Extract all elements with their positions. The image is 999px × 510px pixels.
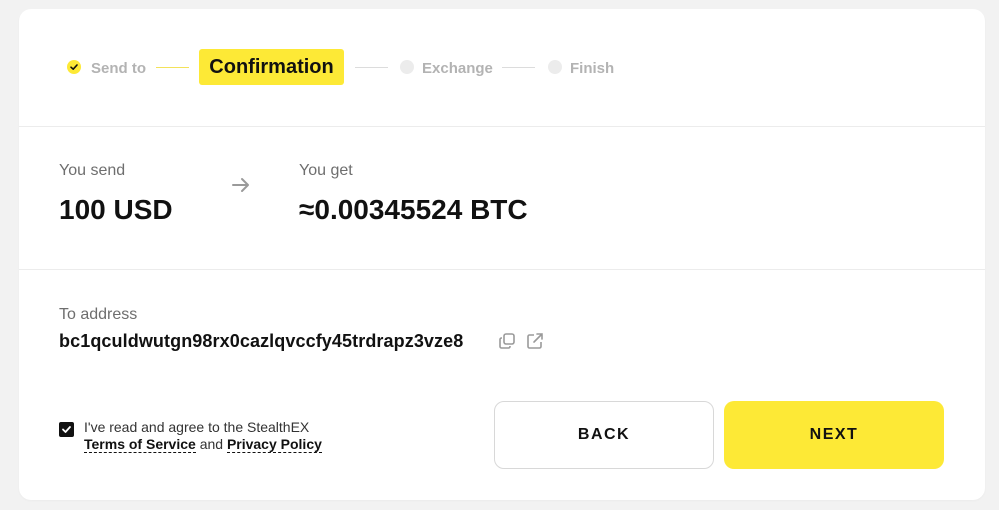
you-get-value: ≈0.00345524 BTC — [299, 194, 528, 225]
agreement-text: I've read and agree to the StealthEX Ter… — [84, 419, 322, 453]
agreement-and: and — [199, 436, 224, 452]
step-connector — [502, 67, 535, 68]
arrow-right-icon — [231, 177, 251, 198]
agree-checkbox[interactable] — [59, 422, 74, 437]
you-send-value: 100 USD — [59, 194, 173, 225]
agreement-statement: I've read and agree to the StealthEX — [84, 419, 310, 435]
step-connector — [156, 67, 189, 68]
you-send-label: You send — [59, 162, 126, 179]
step-exchange: Exchange — [422, 60, 493, 77]
step-pending-dot-icon — [548, 60, 562, 74]
external-link-icon[interactable] — [526, 332, 544, 350]
exchange-amounts: You send 100 USD You get ≈0.00345524 BTC — [19, 126, 985, 270]
back-button[interactable]: BACK — [494, 401, 714, 469]
to-address-label: To address — [59, 306, 138, 323]
step-connector — [355, 67, 388, 68]
to-address-value: bc1qculdwutgn98rx0cazlqvccfy45trdrapz3vz… — [59, 331, 464, 351]
copy-icon[interactable] — [498, 332, 516, 350]
next-button[interactable]: NEXT — [724, 401, 944, 469]
step-finish: Finish — [570, 60, 615, 77]
step-done-check-icon — [67, 60, 81, 74]
step-pending-dot-icon — [400, 60, 414, 74]
progress-stepper: Send to Confirmation Exchange Finish — [19, 9, 985, 127]
terms-of-service-link[interactable]: Terms of Service — [84, 436, 196, 453]
step-confirmation: Confirmation — [199, 49, 344, 85]
step-send-to[interactable]: Send to — [91, 60, 146, 77]
you-get-label: You get — [299, 162, 353, 179]
privacy-policy-link[interactable]: Privacy Policy — [226, 436, 322, 453]
exchange-confirmation-card: Send to Confirmation Exchange Finish You… — [19, 9, 985, 500]
